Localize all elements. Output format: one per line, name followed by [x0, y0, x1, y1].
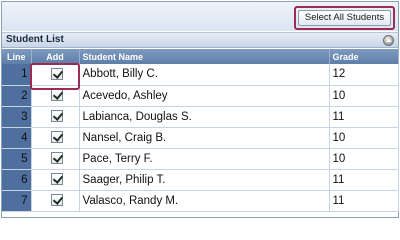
checkbox-checked-icon[interactable]: [50, 131, 63, 144]
checkbox-checked-icon[interactable]: [50, 110, 63, 123]
panel-title: Student List: [6, 34, 64, 45]
checkbox-checked-icon[interactable]: [50, 194, 63, 207]
line-number: 1: [2, 64, 32, 86]
student-table: Line Add Student Name Grade 1 Abbott, Bi…: [2, 49, 399, 212]
student-grade: 12: [329, 64, 399, 86]
column-header-line[interactable]: Line: [2, 49, 32, 64]
table-row[interactable]: 6 Saager, Philip T. 11: [2, 169, 399, 191]
add-cell: [31, 127, 80, 149]
column-header-add[interactable]: Add: [31, 49, 80, 64]
student-grade: 11: [329, 106, 399, 128]
select-all-students-button[interactable]: Select All Students: [298, 10, 391, 26]
student-grade: 11: [329, 190, 399, 212]
checkbox-checked-icon[interactable]: [50, 152, 63, 165]
toolbar: Select All Students: [2, 2, 398, 31]
add-cell: [31, 64, 80, 86]
table-header-row: Line Add Student Name Grade: [2, 49, 399, 64]
student-grade: 10: [329, 85, 399, 107]
select-all-highlight: Select All Students: [294, 6, 395, 30]
add-cell: [31, 106, 80, 128]
table-row[interactable]: 7 Valasco, Randy M. 11: [2, 190, 399, 212]
line-number: 3: [2, 106, 32, 128]
student-list-window: Select All Students Student List Line Ad…: [1, 1, 399, 218]
student-grade: 11: [329, 169, 399, 191]
line-number: 7: [2, 190, 32, 212]
add-cell: [31, 169, 80, 191]
table-row[interactable]: 2 Acevedo, Ashley 10: [2, 85, 399, 107]
column-header-grade[interactable]: Grade: [329, 49, 399, 64]
checkbox-checked-icon[interactable]: [50, 89, 63, 102]
student-name: Labianca, Douglas S.: [79, 106, 330, 128]
add-cell: [31, 85, 80, 107]
line-number: 4: [2, 127, 32, 149]
line-number: 6: [2, 169, 32, 191]
line-number: 2: [2, 85, 32, 107]
add-cell: [31, 148, 80, 170]
table-row[interactable]: 1 Abbott, Billy C. 12: [2, 64, 399, 86]
panel-header: Student List: [2, 32, 398, 48]
add-cell: [31, 190, 80, 212]
table-row[interactable]: 5 Pace, Terry F. 10: [2, 148, 399, 170]
checkbox-checked-icon[interactable]: [50, 173, 63, 186]
student-name: Nansel, Craig B.: [79, 127, 330, 149]
student-name: Acevedo, Ashley: [79, 85, 330, 107]
student-name: Abbott, Billy C.: [79, 64, 330, 86]
student-grade: 10: [329, 148, 399, 170]
line-number: 5: [2, 148, 32, 170]
student-grade: 10: [329, 127, 399, 149]
student-name: Saager, Philip T.: [79, 169, 330, 191]
student-name: Pace, Terry F.: [79, 148, 330, 170]
table-row[interactable]: 3 Labianca, Douglas S. 11: [2, 106, 399, 128]
checkbox-checked-icon[interactable]: [50, 68, 63, 81]
table-row[interactable]: 4 Nansel, Craig B. 10: [2, 127, 399, 149]
student-name: Valasco, Randy M.: [79, 190, 330, 212]
collapse-up-icon[interactable]: [383, 35, 394, 46]
column-header-student-name[interactable]: Student Name: [79, 49, 330, 64]
